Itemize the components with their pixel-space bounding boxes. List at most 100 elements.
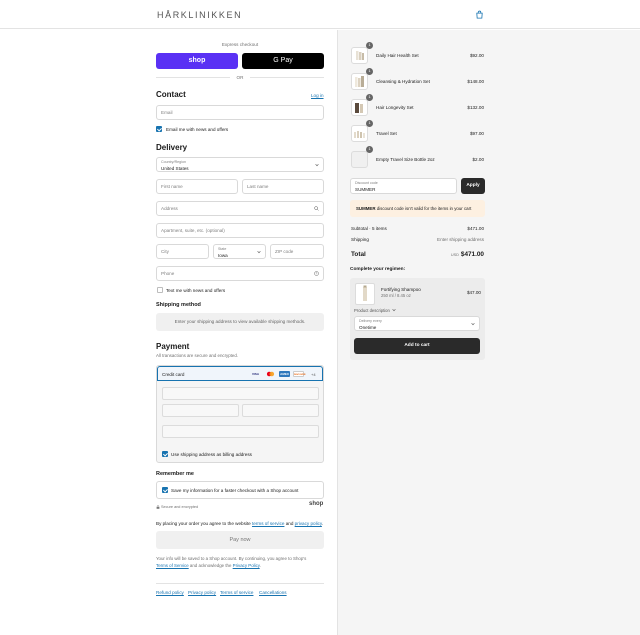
discount-error-code: SUMMER bbox=[356, 206, 376, 211]
total-label: Total bbox=[351, 251, 366, 258]
save-info-checkbox[interactable] bbox=[162, 487, 168, 493]
discover-icon: DISCOVER bbox=[293, 371, 305, 377]
product-thumbnail bbox=[351, 73, 368, 90]
pay-now-button[interactable]: Pay now bbox=[156, 531, 324, 549]
item-price: $132.00 bbox=[467, 105, 484, 110]
lock-icon bbox=[156, 505, 160, 509]
product-thumbnail bbox=[351, 99, 368, 116]
chevron-down-icon bbox=[257, 251, 261, 254]
subtotal-label: Subtotal · 5 items bbox=[351, 226, 387, 231]
cancellations-link[interactable]: Cancellations bbox=[259, 590, 287, 595]
shop-logo: shop bbox=[309, 501, 324, 507]
total-value: $471.00 bbox=[460, 251, 484, 258]
product-thumbnail bbox=[351, 151, 368, 168]
state-label: State bbox=[218, 247, 227, 251]
billing-label: Use shipping address as billing address bbox=[171, 451, 252, 457]
quantity-badge: 1 bbox=[366, 146, 373, 153]
name-on-card-field[interactable] bbox=[162, 425, 319, 438]
bag-icon[interactable] bbox=[475, 10, 484, 19]
zip-placeholder: ZIP code bbox=[275, 249, 294, 254]
chevron-down-icon bbox=[315, 164, 319, 167]
discount-error-message: discount code isn't valid for the items … bbox=[375, 206, 472, 211]
footer-divider bbox=[156, 583, 324, 584]
quantity-badge: 1 bbox=[366, 120, 373, 127]
shop-pay-button[interactable]: shop bbox=[156, 53, 238, 69]
delivery-heading: Delivery bbox=[156, 143, 188, 152]
address-placeholder: Address bbox=[161, 206, 178, 211]
email-placeholder: Email bbox=[161, 110, 173, 115]
refund-policy-link[interactable]: Refund policy bbox=[156, 590, 184, 595]
remember-me-box: Save my information for a faster checkou… bbox=[156, 481, 324, 499]
product-description-toggle[interactable]: Product description bbox=[354, 308, 396, 313]
zip-field[interactable]: ZIP code bbox=[270, 244, 324, 259]
city-placeholder: City bbox=[161, 249, 169, 254]
text-news-checkbox[interactable] bbox=[157, 287, 163, 293]
first-name-placeholder: First name bbox=[161, 184, 183, 189]
help-icon[interactable]: ? bbox=[314, 271, 319, 276]
payment-subtitle: All transactions are secure and encrypte… bbox=[156, 353, 239, 358]
search-icon bbox=[314, 206, 319, 211]
country-value: United States bbox=[161, 165, 189, 171]
state-select[interactable]: State Iowa bbox=[213, 244, 266, 259]
quantity-badge: 1 bbox=[366, 42, 373, 49]
regimen-product-price: $47.00 bbox=[466, 290, 481, 295]
divider bbox=[156, 77, 230, 78]
city-field[interactable]: City bbox=[156, 244, 209, 259]
apartment-field[interactable]: Apartment, suite, etc. (optional) bbox=[156, 223, 324, 238]
terms-of-service-link[interactable]: Terms of service bbox=[220, 590, 253, 595]
apply-discount-button[interactable]: Apply bbox=[461, 178, 485, 194]
amex-icon: AMEX bbox=[279, 371, 290, 377]
brand-logo[interactable]: HÅRKLINIKKEN bbox=[157, 10, 242, 20]
item-price: $92.00 bbox=[469, 53, 484, 58]
delivery-frequency-select[interactable]: Delivery every Onetime bbox=[354, 316, 480, 331]
last-name-field[interactable]: Last name bbox=[242, 179, 324, 194]
shop-terms-link[interactable]: Terms of Service bbox=[156, 563, 189, 568]
item-name: Travel Set bbox=[376, 131, 397, 136]
regimen-heading: Complete your regimen: bbox=[350, 267, 406, 272]
phone-field[interactable]: Phone ? bbox=[156, 266, 324, 281]
item-price: $148.00 bbox=[467, 79, 484, 84]
text-news-label: Text me with news and offers bbox=[166, 287, 226, 293]
credit-card-option[interactable]: Credit card VISA AMEX DISCOVER +4 bbox=[157, 366, 323, 381]
shop-privacy-link[interactable]: Privacy Policy bbox=[233, 563, 260, 568]
privacy-policy-link[interactable]: Privacy policy bbox=[188, 590, 216, 595]
google-pay-button[interactable]: G Pay bbox=[242, 53, 324, 69]
privacy-link[interactable]: privacy policy bbox=[295, 521, 322, 526]
news-checkbox[interactable] bbox=[156, 126, 162, 132]
email-field[interactable]: Email bbox=[156, 105, 324, 120]
secure-label: Secure and encrypted bbox=[161, 505, 199, 509]
mastercard-icon bbox=[265, 371, 276, 377]
item-name: Hair Longevity Set bbox=[376, 105, 414, 110]
svg-text:?: ? bbox=[316, 272, 318, 276]
first-name-field[interactable]: First name bbox=[156, 179, 238, 194]
discount-error-banner: SUMMER discount code isn't valid for the… bbox=[350, 200, 485, 217]
more-cards-badge: +4 bbox=[311, 371, 316, 377]
security-code-field[interactable] bbox=[242, 404, 319, 417]
add-to-cart-button[interactable]: Add to cart bbox=[354, 338, 480, 354]
product-thumbnail bbox=[351, 125, 368, 142]
item-price: $97.00 bbox=[469, 131, 484, 136]
legal-text: By placing your order you agree to the w… bbox=[156, 521, 326, 526]
regimen-product-name: Fortifying Shampoo bbox=[381, 287, 421, 292]
discount-value: SUMMER bbox=[355, 186, 376, 192]
address-field[interactable]: Address bbox=[156, 201, 324, 216]
login-link[interactable]: Log in bbox=[311, 93, 324, 98]
payment-heading: Payment bbox=[156, 342, 190, 351]
legal-prefix: By placing your order you agree to the w… bbox=[156, 521, 253, 526]
chevron-down-icon bbox=[392, 309, 396, 312]
country-select[interactable]: Country/Region United States bbox=[156, 157, 324, 172]
shipping-label: Shipping bbox=[351, 237, 369, 242]
discount-label: Discount code bbox=[355, 181, 378, 185]
shop-note-text: Your info will be saved to a Shop accoun… bbox=[156, 556, 307, 561]
item-name: Cleansing & Hydration Set bbox=[376, 79, 430, 84]
order-summary: 1 Daily Hair Health Set $92.00 1 Cleansi… bbox=[337, 30, 640, 635]
billing-checkbox[interactable] bbox=[162, 451, 168, 457]
terms-link[interactable]: terms of service bbox=[252, 521, 284, 526]
card-number-field[interactable] bbox=[162, 387, 319, 400]
discount-code-field[interactable]: Discount code SUMMER bbox=[350, 178, 457, 194]
credit-card-panel: Credit card VISA AMEX DISCOVER +4 Use sh… bbox=[156, 365, 324, 463]
expiry-field[interactable] bbox=[162, 404, 239, 417]
checkout-form: Express checkout shop G Pay OR Contact L… bbox=[0, 30, 337, 635]
product-thumbnail bbox=[351, 47, 368, 64]
divider bbox=[250, 77, 324, 78]
